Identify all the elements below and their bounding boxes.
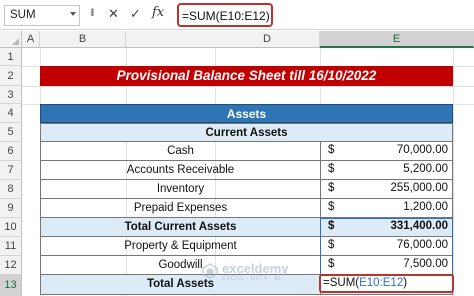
row-header-9[interactable]: 9 [0,199,22,218]
enter-icon[interactable]: ✓ [130,6,141,22]
table-row: Cash $ 70,000.00 [40,142,453,161]
row-header-10[interactable]: 10 [0,218,22,237]
currency-symbol: $ [328,144,335,156]
sheet-title[interactable]: Provisional Balance Sheet till 16/10/202… [40,66,453,86]
more-options-icon[interactable]: ••• [86,8,97,16]
watermark-name: exceldemy [222,261,289,276]
item-label[interactable]: Inventory [41,180,321,198]
item-label[interactable]: Property & Equipment [41,237,321,255]
formula-suffix: ) [403,277,408,289]
watermark: exceldemy EXCEL · DATA · BI [202,261,312,287]
name-box[interactable]: SUM [4,5,80,26]
formula-bar: SUM ••• ✕ ✓ fx =SUM(E10:E12) [0,0,474,30]
item-label[interactable]: Cash [41,142,321,160]
name-box-dropdown-icon[interactable] [70,12,76,16]
item-amount[interactable]: 255,000.00 [390,182,448,194]
row-header-3[interactable]: 3 [0,86,22,104]
gridline [22,86,474,87]
insert-function-icon[interactable]: fx [152,5,164,20]
total-current-assets-label[interactable]: Total Current Assets [41,218,321,236]
item-label[interactable]: Accounts Receivable [41,161,321,179]
item-amount[interactable]: 70,000.00 [397,144,448,156]
column-header-e[interactable]: E [320,31,474,48]
formula-range-ref: E10:E12 [359,277,404,289]
currency-symbol: $ [328,201,335,213]
formula-prefix: =SUM( [323,277,360,289]
row-header-1[interactable]: 1 [0,48,22,66]
referenced-range [320,218,453,275]
currency-symbol: $ [328,163,335,175]
column-header-a[interactable]: A [22,31,40,48]
currency-symbol: $ [328,182,335,194]
row-header-6[interactable]: 6 [0,142,22,161]
item-amount[interactable]: 5,200.00 [403,163,448,175]
formula-input[interactable]: =SUM(E10:E12) [177,3,273,27]
spreadsheet-grid: A B C D E 1 2 3 4 5 6 7 8 9 10 11 12 13 … [0,31,474,296]
current-assets-header[interactable]: Current Assets [40,123,453,142]
item-amount[interactable]: 1,200.00 [403,201,448,213]
name-box-value: SUM [10,9,36,21]
select-all-button[interactable] [0,31,22,48]
assets-header[interactable]: Assets [40,104,453,123]
cancel-icon[interactable]: ✕ [108,6,119,22]
row-header-11[interactable]: 11 [0,237,22,256]
row-header-4[interactable]: 4 [0,104,22,123]
exceldemy-logo-icon [202,263,218,279]
column-header-d[interactable]: D [215,31,320,48]
active-cell-e13[interactable]: =SUM(E10:E12) [319,274,454,293]
formula-text: =SUM(E10:E12) [182,9,270,23]
row-header-5[interactable]: 5 [0,123,22,142]
watermark-tagline: EXCEL · DATA · BI [222,276,282,282]
table-row: Accounts Receivable $ 5,200.00 [40,161,453,180]
row-header-7[interactable]: 7 [0,161,22,180]
column-header-b[interactable]: B [40,31,126,48]
row-header-2[interactable]: 2 [0,66,22,86]
row-header-12[interactable]: 12 [0,256,22,275]
table-row: Prepaid Expenses $ 1,200.00 [40,199,453,218]
table-row: Inventory $ 255,000.00 [40,180,453,199]
item-label[interactable]: Prepaid Expenses [41,199,321,217]
row-header-8[interactable]: 8 [0,180,22,199]
row-header-13[interactable]: 13 [0,275,22,296]
